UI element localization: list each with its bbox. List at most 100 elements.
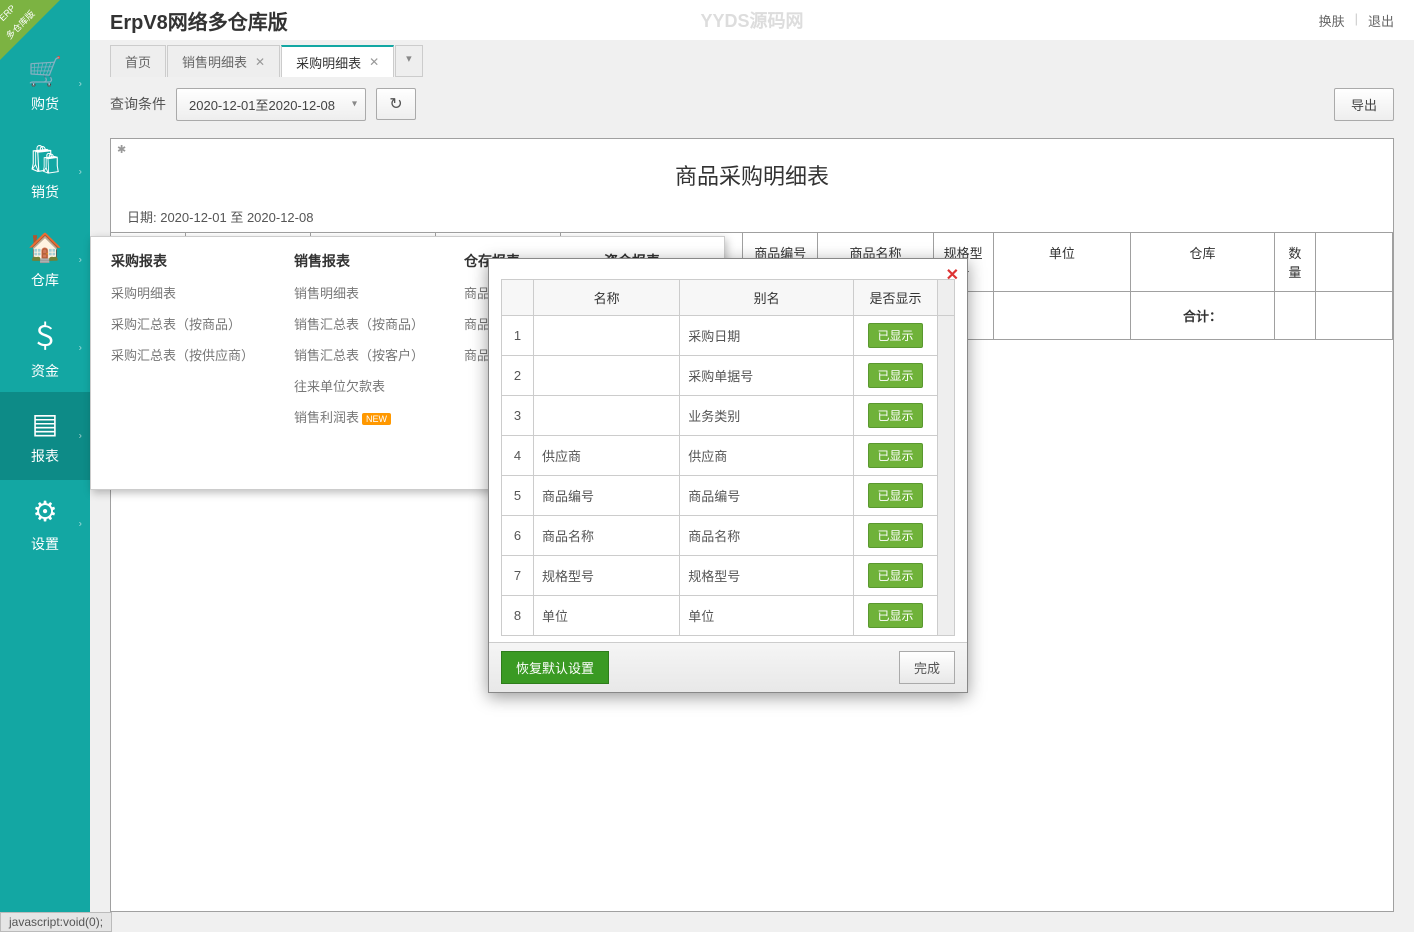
status-toggle[interactable]: 已显示 <box>868 603 922 628</box>
tab-label: 采购明细表 <box>296 53 361 72</box>
tab-1[interactable]: 销售明细表 ✕ <box>167 45 280 77</box>
sidebar-item-2[interactable]: 🏠仓库› <box>0 216 90 304</box>
sidebar-label: 报表 <box>31 446 59 466</box>
gear-icon[interactable]: ✱ <box>117 143 126 156</box>
table-row: 2采购单据号已显示 <box>502 356 955 396</box>
th-name: 名称 <box>534 280 680 316</box>
scrollbar-track[interactable] <box>938 316 955 636</box>
sidebar-label: 销货 <box>31 182 59 202</box>
flyout-link[interactable]: 采购汇总表（按供应商） <box>111 345 254 364</box>
row-status-cell: 已显示 <box>854 316 938 356</box>
sidebar-item-3[interactable]: ＄资金› <box>0 304 90 392</box>
flyout-link[interactable]: 往来单位欠款表 <box>294 376 424 395</box>
column-settings-modal: ✕ 名称 别名 是否显示 1采购日期已显示2采购单据号已显示3业务类别已显示4供… <box>488 258 968 693</box>
flyout-head: 销售报表 <box>294 251 424 271</box>
grid-sum-cell-10 <box>1275 292 1316 339</box>
row-alias[interactable]: 商品编号 <box>680 476 854 516</box>
row-alias[interactable]: 规格型号 <box>680 556 854 596</box>
grid-col-9: 仓库 <box>1131 233 1275 292</box>
table-row: 8单位单位已显示 <box>502 596 955 636</box>
row-num: 5 <box>502 476 534 516</box>
th-idx <box>502 280 534 316</box>
skin-link[interactable]: 换肤 <box>1319 11 1345 30</box>
row-name[interactable]: 规格型号 <box>534 556 680 596</box>
status-toggle[interactable]: 已显示 <box>868 363 922 388</box>
modal-footer: 恢复默认设置 完成 <box>489 642 967 692</box>
sidebar-label: 设置 <box>31 534 59 554</box>
row-name[interactable]: 供应商 <box>534 436 680 476</box>
row-name[interactable]: 商品名称 <box>534 516 680 556</box>
status-toggle[interactable]: 已显示 <box>868 323 922 348</box>
row-name[interactable] <box>534 396 680 436</box>
flyout-group-0: 采购报表采购明细表采购汇总表（按商品）采购汇总表（按供应商） <box>91 251 274 469</box>
reset-defaults-button[interactable]: 恢复默认设置 <box>501 651 609 684</box>
status-toggle[interactable]: 已显示 <box>868 443 922 468</box>
sidebar-icon: 🏠 <box>28 231 63 264</box>
tab-bar: 首页销售明细表 ✕ 采购明细表 ✕ ▾ <box>110 45 1414 77</box>
report-date-range: 日期: 2020-12-01 至 2020-12-08 <box>111 201 1393 232</box>
row-alias[interactable]: 商品名称 <box>680 516 854 556</box>
row-name[interactable] <box>534 356 680 396</box>
row-alias[interactable]: 单位 <box>680 596 854 636</box>
row-name[interactable] <box>534 316 680 356</box>
tab-label: 销售明细表 <box>182 52 247 71</box>
grid-sum-cell-8 <box>994 292 1131 339</box>
flyout-link[interactable]: 销售汇总表（按客户） <box>294 345 424 364</box>
row-name[interactable]: 单位 <box>534 596 680 636</box>
refresh-button[interactable]: ↻ <box>376 88 416 120</box>
row-status-cell: 已显示 <box>854 476 938 516</box>
grid-col-10: 数量 <box>1275 233 1316 292</box>
toolbar: 查询条件 2020-12-01至2020-12-08 ↻ 导出 <box>110 82 1394 126</box>
tab-0[interactable]: 首页 <box>110 45 166 77</box>
th-show: 是否显示 <box>854 280 938 316</box>
tab-menu-button[interactable]: ▾ <box>395 45 423 77</box>
flyout-link[interactable]: 销售明细表 <box>294 283 424 302</box>
row-name[interactable]: 商品编号 <box>534 476 680 516</box>
logout-link[interactable]: 退出 <box>1368 11 1394 30</box>
row-status-cell: 已显示 <box>854 396 938 436</box>
grid-sum-cell-11 <box>1316 292 1393 339</box>
row-alias[interactable]: 采购单据号 <box>680 356 854 396</box>
status-toggle[interactable]: 已显示 <box>868 563 922 588</box>
sidebar-item-0[interactable]: 🛒购货› <box>0 40 90 128</box>
done-button[interactable]: 完成 <box>899 651 955 684</box>
status-bar: javascript:void(0); <box>0 912 112 932</box>
sidebar-item-4[interactable]: ▤报表› <box>0 392 90 480</box>
report-title: 商品采购明细表 <box>111 139 1393 201</box>
row-status-cell: 已显示 <box>854 356 938 396</box>
grid-sum-cell-9: 合计： <box>1131 292 1275 339</box>
new-badge: NEW <box>362 413 391 425</box>
row-alias[interactable]: 供应商 <box>680 436 854 476</box>
table-row: 5商品编号商品编号已显示 <box>502 476 955 516</box>
row-status-cell: 已显示 <box>854 556 938 596</box>
date-range-select[interactable]: 2020-12-01至2020-12-08 <box>176 88 366 121</box>
tab-2[interactable]: 采购明细表 ✕ <box>281 45 394 77</box>
row-status-cell: 已显示 <box>854 516 938 556</box>
table-row: 3业务类别已显示 <box>502 396 955 436</box>
status-toggle[interactable]: 已显示 <box>868 403 922 428</box>
status-toggle[interactable]: 已显示 <box>868 483 922 508</box>
close-icon[interactable]: ✕ <box>255 55 265 69</box>
flyout-link[interactable]: 采购明细表 <box>111 283 254 302</box>
flyout-link[interactable]: 采购汇总表（按商品） <box>111 314 254 333</box>
sidebar-item-5[interactable]: ⚙设置› <box>0 480 90 568</box>
row-alias[interactable]: 采购日期 <box>680 316 854 356</box>
app-title: ErpV8网络多仓库版 <box>110 6 288 35</box>
grid-col-8: 单位 <box>994 233 1131 292</box>
sidebar-label: 购货 <box>31 94 59 114</box>
chevron-right-icon: › <box>79 431 82 442</box>
row-alias[interactable]: 业务类别 <box>680 396 854 436</box>
row-num: 4 <box>502 436 534 476</box>
export-button[interactable]: 导出 <box>1334 88 1394 121</box>
close-icon[interactable]: ✕ <box>369 55 379 69</box>
row-status-cell: 已显示 <box>854 596 938 636</box>
flyout-link[interactable]: 销售利润表NEW <box>294 407 424 426</box>
flyout-link[interactable]: 销售汇总表（按商品） <box>294 314 424 333</box>
sidebar-label: 仓库 <box>31 270 59 290</box>
settings-table: 名称 别名 是否显示 1采购日期已显示2采购单据号已显示3业务类别已显示4供应商… <box>501 279 955 636</box>
sidebar: ERP 多仓库版 🛒购货›🛍销货›🏠仓库›＄资金›▤报表›⚙设置› <box>0 0 90 932</box>
separator: | <box>1355 11 1358 30</box>
status-toggle[interactable]: 已显示 <box>868 523 922 548</box>
sidebar-item-1[interactable]: 🛍销货› <box>0 128 90 216</box>
close-icon[interactable]: ✕ <box>946 265 959 285</box>
